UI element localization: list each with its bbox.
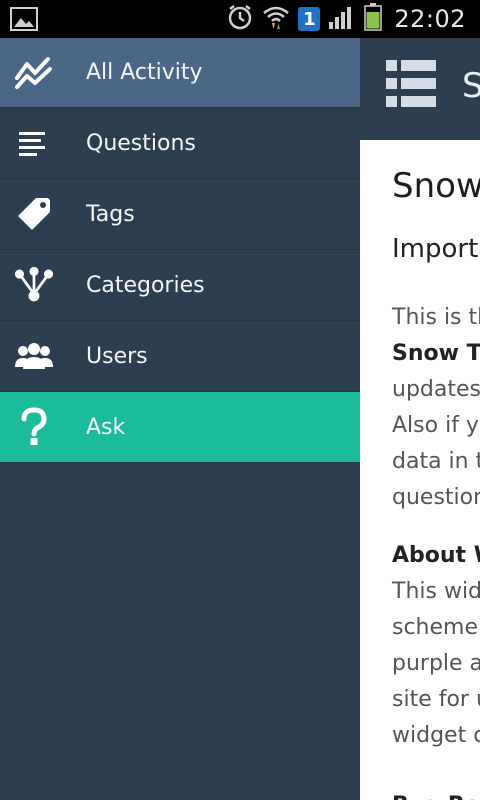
menu-item-label: Categories <box>86 272 205 298</box>
picture-icon <box>10 7 38 35</box>
content-title: Snow <box>392 166 480 206</box>
menu-item-all-activity[interactable]: All Activity <box>0 38 360 108</box>
question-mark-icon <box>14 407 54 447</box>
main-content: Snow Importa This is th Snow Th updates … <box>360 140 480 800</box>
menu-item-users[interactable]: Users <box>0 321 360 392</box>
content-line: This is th <box>392 305 480 330</box>
menu-item-label: All Activity <box>86 60 203 85</box>
header-title: S <box>462 66 480 106</box>
categories-tree-icon <box>14 265 54 305</box>
menu-item-label: Users <box>86 343 148 369</box>
content-line: This wide <box>392 579 480 604</box>
content-line: updates <box>392 377 480 402</box>
content-line: purple a <box>392 651 480 676</box>
menu-item-questions[interactable]: Questions <box>0 108 360 179</box>
content-heading: Importa <box>392 234 480 264</box>
content-line: site for u <box>392 687 480 712</box>
menu-item-categories[interactable]: Categories <box>0 250 360 321</box>
content-line: question <box>392 485 480 510</box>
content-line: scheme. <box>392 615 480 640</box>
clock-time: 22:02 <box>394 5 466 33</box>
menu-item-label: Questions <box>86 130 196 156</box>
sim-card-icon: 1 <box>298 7 321 31</box>
alarm-icon <box>226 3 254 35</box>
wifi-icon <box>262 3 290 35</box>
text-lines-icon <box>14 123 54 163</box>
users-icon <box>14 336 54 376</box>
content-subheading: About W <box>392 543 480 568</box>
tag-icon <box>14 194 54 234</box>
status-bar: 1 22:02 <box>0 0 480 38</box>
activity-chart-icon <box>14 53 54 93</box>
content-line: Also if yo <box>392 413 480 438</box>
menu-item-tags[interactable]: Tags <box>0 179 360 250</box>
menu-item-label: Ask <box>86 414 126 440</box>
content-line: widget c <box>392 723 480 748</box>
content-subheading: Bug Rep <box>392 788 480 800</box>
signal-icon <box>328 4 356 34</box>
menu-item-ask[interactable]: Ask <box>0 392 360 463</box>
content-line: Snow Th <box>392 341 480 366</box>
content-line: data in t <box>392 449 480 474</box>
list-menu-icon[interactable] <box>384 58 438 116</box>
battery-icon <box>364 3 383 35</box>
app-header: S <box>360 38 480 140</box>
menu-item-label: Tags <box>86 201 135 227</box>
navigation-drawer: All Activity Questions Tags Categories U… <box>0 38 360 800</box>
